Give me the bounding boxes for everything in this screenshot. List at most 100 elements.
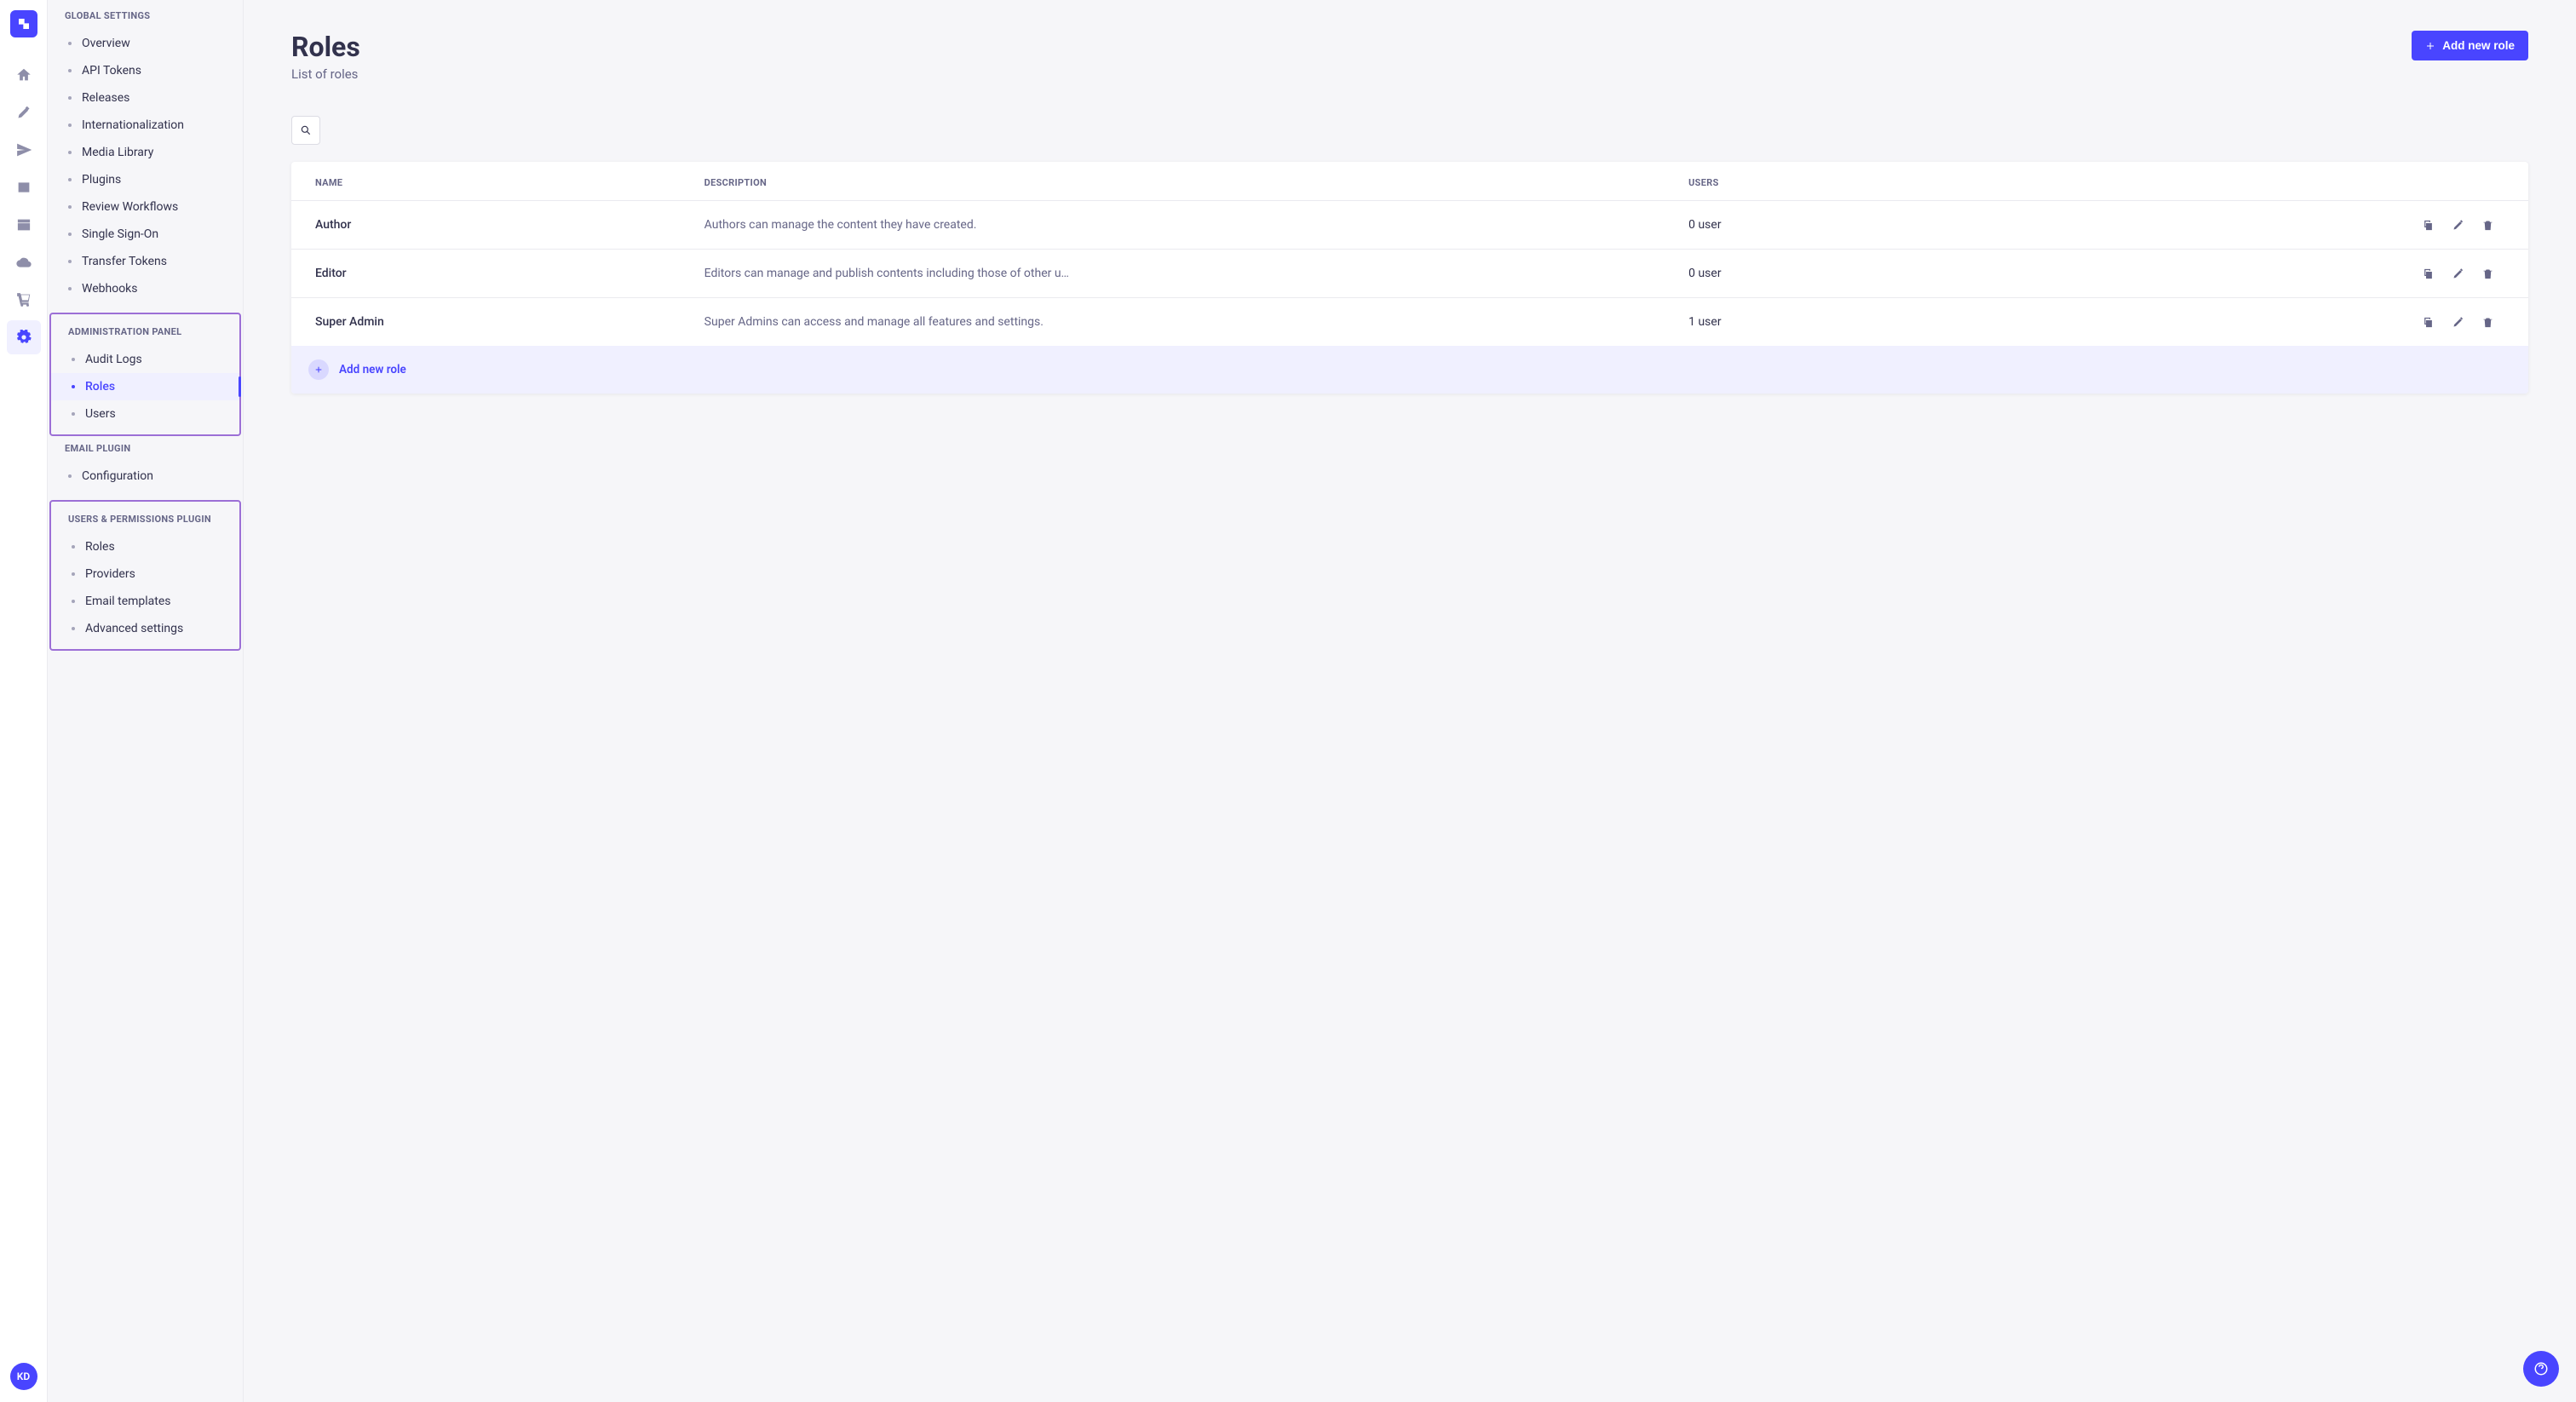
sidebar-item-label: API Tokens <box>82 64 141 78</box>
avatar[interactable]: KD <box>10 1363 37 1390</box>
duplicate-icon[interactable] <box>2422 219 2435 232</box>
bullet-icon <box>72 572 75 576</box>
sidebar-item[interactable]: Plugins <box>48 166 243 193</box>
row-actions <box>2136 316 2518 329</box>
sidebar-item[interactable]: Releases <box>48 84 243 112</box>
sidebar-item[interactable]: Internationalization <box>48 112 243 139</box>
sidebar-item-label: Plugins <box>82 173 121 187</box>
delete-icon[interactable] <box>2481 267 2494 280</box>
bullet-icon <box>68 42 72 45</box>
col-users: USERS <box>1678 162 2125 201</box>
sidebar-item[interactable]: Review Workflows <box>48 193 243 221</box>
sidebar-item-label: Internationalization <box>82 118 184 132</box>
settings-icon[interactable] <box>7 320 41 354</box>
role-name: Super Admin <box>291 298 694 347</box>
sidebar-item-label: Review Workflows <box>82 200 178 214</box>
delete-icon[interactable] <box>2481 316 2494 329</box>
home-icon[interactable] <box>7 58 41 92</box>
sidebar-item[interactable]: Providers <box>51 560 239 588</box>
nav-rail: KD <box>0 0 48 1402</box>
sidebar-section-title: EMAIL PLUGIN <box>48 443 243 463</box>
app-logo[interactable] <box>10 10 37 37</box>
sidebar-item[interactable]: API Tokens <box>48 57 243 84</box>
sidebar-section-title: USERS & PERMISSIONS PLUGIN <box>51 514 239 533</box>
duplicate-icon[interactable] <box>2422 267 2435 280</box>
sidebar-item[interactable]: Media Library <box>48 139 243 166</box>
send-icon[interactable] <box>7 133 41 167</box>
table-row[interactable]: EditorEditors can manage and publish con… <box>291 250 2528 298</box>
add-role-row-label: Add new role <box>339 363 406 376</box>
role-users: 0 user <box>1678 250 2125 298</box>
bullet-icon <box>72 600 75 603</box>
bullet-icon <box>72 412 75 416</box>
bullet-icon <box>72 358 75 361</box>
sidebar-item-label: Users <box>85 407 116 421</box>
page-title: Roles <box>291 31 360 63</box>
layout-icon[interactable] <box>7 208 41 242</box>
plus-icon <box>308 359 329 380</box>
sidebar-section-title: ADMINISTRATION PANEL <box>51 326 239 346</box>
sidebar-item[interactable]: Advanced settings <box>51 615 239 642</box>
sidebar-section: EMAIL PLUGINConfiguration <box>48 443 243 493</box>
sidebar-item-label: Media Library <box>82 146 153 159</box>
add-new-role-button[interactable]: Add new role <box>2412 31 2528 60</box>
bullet-icon <box>72 545 75 549</box>
add-role-row[interactable]: Add new role <box>291 346 2528 394</box>
sidebar-item[interactable]: Users <box>51 400 239 428</box>
role-users: 0 user <box>1678 201 2125 250</box>
table-row[interactable]: AuthorAuthors can manage the content the… <box>291 201 2528 250</box>
sidebar-item[interactable]: Single Sign-On <box>48 221 243 248</box>
sidebar-item-label: Transfer Tokens <box>82 255 167 268</box>
page-subtitle: List of roles <box>291 66 360 82</box>
sidebar-item[interactable]: Webhooks <box>48 275 243 302</box>
search-button[interactable] <box>291 116 320 145</box>
bullet-icon <box>68 151 72 154</box>
sidebar-section: ADMINISTRATION PANEL Audit Logs Roles Users <box>49 313 241 436</box>
sidebar-item-label: Providers <box>85 567 135 581</box>
sidebar-item[interactable]: Roles <box>51 533 239 560</box>
bullet-icon <box>68 96 72 100</box>
roles-table: NAME DESCRIPTION USERS AuthorAuthors can… <box>291 162 2528 346</box>
role-description: Editors can manage and publish contents … <box>694 250 1678 298</box>
sidebar-item-label: Audit Logs <box>85 353 142 366</box>
table-row[interactable]: Super AdminSuper Admins can access and m… <box>291 298 2528 347</box>
bullet-icon <box>72 385 75 388</box>
bullet-icon <box>68 474 72 478</box>
bullet-icon <box>68 260 72 263</box>
sidebar-item[interactable]: Configuration <box>48 463 243 490</box>
role-users: 1 user <box>1678 298 2125 347</box>
sidebar-item[interactable]: Audit Logs <box>51 346 239 373</box>
role-description: Authors can manage the content they have… <box>694 201 1678 250</box>
media-icon[interactable] <box>7 170 41 204</box>
cart-icon[interactable] <box>7 283 41 317</box>
sidebar-item[interactable]: Overview <box>48 30 243 57</box>
edit-icon[interactable] <box>2452 267 2464 280</box>
row-actions <box>2136 219 2518 232</box>
col-name: NAME <box>291 162 694 201</box>
cloud-icon[interactable] <box>7 245 41 279</box>
sidebar-section-title: GLOBAL SETTINGS <box>48 10 243 30</box>
edit-icon[interactable] <box>2452 219 2464 232</box>
edit-icon[interactable] <box>2452 316 2464 329</box>
bullet-icon <box>68 178 72 181</box>
role-name: Editor <box>291 250 694 298</box>
sidebar-item[interactable]: Transfer Tokens <box>48 248 243 275</box>
delete-icon[interactable] <box>2481 219 2494 232</box>
sidebar-item[interactable]: Roles <box>51 373 239 400</box>
bullet-icon <box>68 124 72 127</box>
bullet-icon <box>68 287 72 290</box>
duplicate-icon[interactable] <box>2422 316 2435 329</box>
bullet-icon <box>68 233 72 236</box>
role-description: Super Admins can access and manage all f… <box>694 298 1678 347</box>
sidebar-item-label: Roles <box>85 380 115 394</box>
sidebar-item-label: Roles <box>85 540 115 554</box>
content-icon[interactable] <box>7 95 41 129</box>
sidebar-item-label: Releases <box>82 91 129 105</box>
sidebar-item[interactable]: Email templates <box>51 588 239 615</box>
help-button[interactable] <box>2523 1351 2559 1387</box>
sidebar-item-label: Webhooks <box>82 282 138 296</box>
col-description: DESCRIPTION <box>694 162 1678 201</box>
bullet-icon <box>68 205 72 209</box>
sidebar-item-label: Email templates <box>85 595 171 608</box>
bullet-icon <box>72 627 75 630</box>
